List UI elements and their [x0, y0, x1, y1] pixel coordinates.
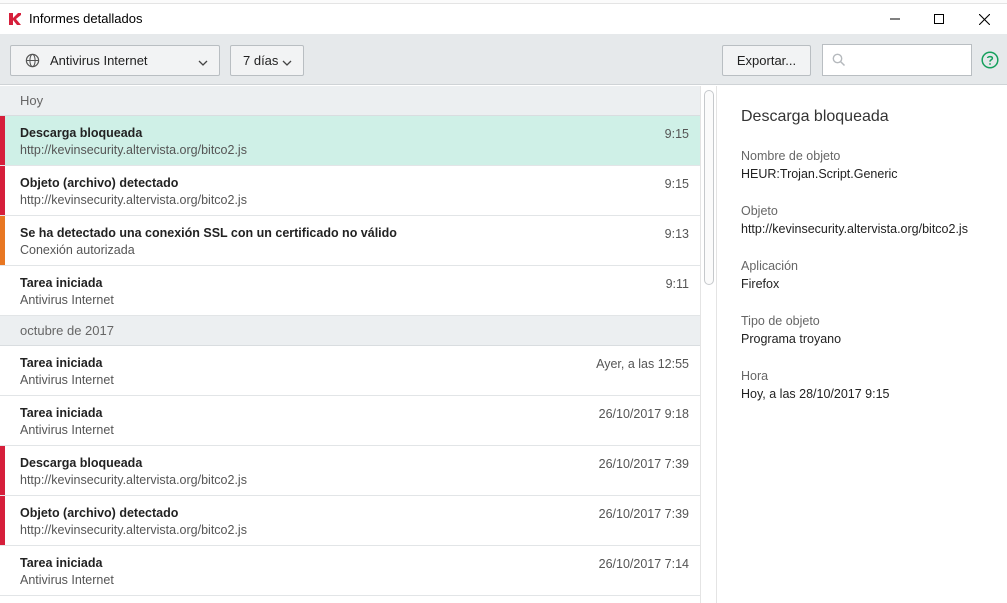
toolbar: Antivirus Internet 7 días Exportar... — [0, 34, 1007, 85]
detail-field-label: Tipo de objeto — [741, 314, 820, 328]
event-time: 9:13 — [664, 227, 689, 241]
detail-field: Nombre de objeto HEUR:Trojan.Script.Gener… — [741, 149, 898, 181]
chevron-down-icon — [198, 56, 208, 66]
event-subtitle: http://kevinsecurity.altervista.org/bitc… — [20, 143, 247, 157]
search-input[interactable] — [852, 52, 967, 68]
detail-field: Tipo de objeto Programa troyano — [741, 314, 841, 346]
event-time: 26/10/2017 7:39 — [598, 507, 689, 521]
detail-field: Aplicación Firefox — [741, 259, 798, 291]
event-row[interactable]: Objeto (archivo) detectado http://kevinse… — [0, 496, 700, 546]
search-icon — [832, 53, 846, 67]
event-subtitle: http://kevinsecurity.altervista.org/bitc… — [20, 523, 247, 537]
severity-indicator — [0, 266, 5, 315]
detail-field-value: Firefox — [741, 277, 780, 291]
event-title: Objeto (archivo) detectado — [20, 176, 179, 190]
event-row[interactable]: Descarga bloqueada http://kevinsecurity.a… — [0, 446, 700, 496]
help-icon[interactable] — [981, 51, 999, 69]
event-row[interactable]: Objeto (archivo) detectado http://kevinse… — [0, 166, 700, 216]
globe-icon — [24, 53, 40, 69]
event-title: Descarga bloqueada — [20, 456, 143, 470]
event-title: Tarea iniciada — [20, 556, 103, 570]
component-dropdown-label: Antivirus Internet — [50, 53, 148, 68]
close-button[interactable] — [961, 4, 1007, 34]
event-subtitle: Conexión autorizada — [20, 243, 135, 257]
event-time: 9:11 — [665, 277, 689, 291]
event-title: Tarea iniciada — [20, 276, 103, 290]
detail-field-label: Hora — [741, 369, 769, 383]
detail-field-label: Nombre de objeto — [741, 149, 841, 163]
group-header: octubre de 2017 — [0, 316, 700, 346]
chevron-down-icon — [282, 56, 292, 66]
period-dropdown-label: 7 días — [243, 53, 279, 68]
search-box[interactable] — [822, 44, 972, 76]
detail-field-label: Aplicación — [741, 259, 798, 273]
severity-indicator — [0, 546, 5, 595]
title-bar: Informes detallados — [0, 4, 1007, 34]
event-subtitle: Antivirus Internet — [20, 373, 114, 387]
detail-pane: Descarga bloqueada Nombre de objeto HEUR:… — [717, 86, 1007, 603]
severity-indicator — [0, 446, 5, 495]
event-time: 26/10/2017 7:14 — [598, 557, 689, 571]
severity-indicator — [0, 496, 5, 545]
event-time: 26/10/2017 9:18 — [598, 407, 689, 421]
event-subtitle: Antivirus Internet — [20, 423, 114, 437]
event-title: Descarga bloqueada — [20, 126, 143, 140]
event-title: Tarea iniciada — [20, 406, 103, 420]
severity-indicator — [0, 116, 5, 165]
event-row[interactable]: Tarea iniciada Antivirus Internet Ayer, a … — [0, 346, 700, 396]
severity-indicator — [0, 346, 5, 395]
event-row[interactable]: Descarga bloqueada http://kevinsecurity.a… — [0, 116, 700, 166]
severity-indicator — [0, 396, 5, 445]
detail-field: Hora Hoy, a las 28/10/2017 9:15 — [741, 369, 890, 401]
scrollbar-thumb[interactable] — [704, 90, 714, 285]
event-row[interactable]: Tarea iniciada Antivirus Internet 26/10/20… — [0, 546, 700, 596]
period-dropdown[interactable]: 7 días — [230, 45, 304, 76]
severity-indicator — [0, 166, 5, 215]
severity-indicator — [0, 216, 5, 265]
event-title: Tarea iniciada — [20, 356, 103, 370]
detail-field-value: http://kevinsecurity.altervista.org/bitc… — [741, 222, 968, 236]
detail-field-label: Objeto — [741, 204, 778, 218]
event-subtitle: http://kevinsecurity.altervista.org/bitc… — [20, 193, 247, 207]
detail-field-value: HEUR:Trojan.Script.Generic — [741, 167, 898, 181]
minimize-button[interactable] — [872, 4, 918, 34]
detail-heading: Descarga bloqueada — [741, 108, 889, 125]
event-time: 9:15 — [664, 177, 689, 191]
detail-field: Objeto http://kevinsecurity.altervista.or… — [741, 204, 968, 236]
group-header: Hoy — [0, 86, 700, 116]
window-title: Informes detallados — [29, 11, 143, 26]
kaspersky-logo-icon — [8, 12, 22, 26]
event-subtitle: Antivirus Internet — [20, 573, 114, 587]
event-time: 26/10/2017 7:39 — [598, 457, 689, 471]
export-button[interactable]: Exportar... — [722, 45, 811, 76]
event-subtitle: http://kevinsecurity.altervista.org/bitc… — [20, 473, 247, 487]
event-title: Objeto (archivo) detectado — [20, 506, 179, 520]
event-title: Se ha detectado una conexión SSL con un … — [20, 226, 397, 240]
detail-field-value: Programa troyano — [741, 332, 842, 346]
event-row[interactable]: Tarea iniciada Antivirus Internet 26/10/20… — [0, 396, 700, 446]
detail-field-value: Hoy, a las 28/10/2017 9:15 — [741, 387, 890, 401]
maximize-button[interactable] — [916, 4, 962, 34]
list-scrollbar[interactable] — [700, 86, 717, 603]
event-subtitle: Antivirus Internet — [20, 293, 114, 307]
event-row[interactable]: Se ha detectado una conexión SSL con un … — [0, 216, 700, 266]
event-time: Ayer, a las 12:55 — [596, 357, 689, 371]
component-dropdown[interactable]: Antivirus Internet — [10, 45, 220, 76]
event-time: 9:15 — [664, 127, 689, 141]
event-list: Hoy Descarga bloqueada http://kevinsecurit… — [0, 86, 700, 603]
event-row[interactable]: Tarea iniciada Antivirus Internet 9:11 — [0, 266, 700, 316]
